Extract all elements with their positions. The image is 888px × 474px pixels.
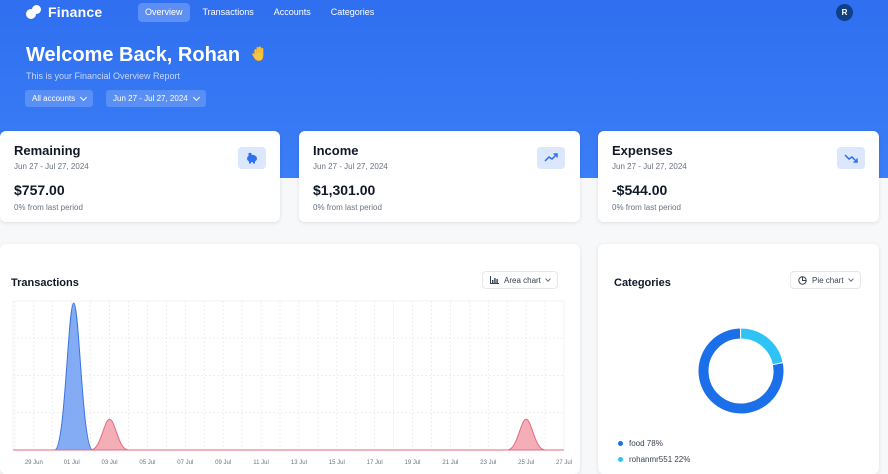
- user-avatar[interactable]: R: [836, 4, 853, 21]
- stat-date-range: Jun 27 - Jul 27, 2024: [14, 162, 89, 171]
- stat-change: 0% from last period: [14, 203, 83, 212]
- x-tick-label: 19 Jul: [405, 460, 421, 466]
- chevron-down-icon: [847, 275, 854, 282]
- x-tick-label: 09 Jul: [215, 460, 231, 466]
- transactions-area-chart: 29 Jun 01 Jul 03 Jul 05 Jul 07 Jul 09 Jul 11 J…: [12, 300, 572, 466]
- stat-title: Remaining: [14, 143, 81, 158]
- x-tick-label: 03 Jul: [102, 460, 118, 466]
- x-tick-label: 21 Jul: [442, 460, 458, 466]
- nav-item-categories[interactable]: Categories: [324, 3, 382, 22]
- transactions-panel: Transactions Area chart 29 Jun 01 Jul 03 J…: [0, 244, 580, 474]
- donut-slice: [740, 327, 784, 366]
- top-nav: Overview Transactions Accounts Categorie…: [138, 3, 381, 22]
- stat-date-range: Jun 27 - Jul 27, 2024: [612, 162, 687, 171]
- stat-change: 0% from last period: [313, 203, 382, 212]
- chevron-down-icon: [545, 275, 551, 282]
- stat-title: Expenses: [612, 143, 673, 158]
- x-tick-label: 13 Jul: [291, 460, 307, 466]
- x-tick-label: 01 Jul: [64, 460, 80, 466]
- stat-date-range: Jun 27 - Jul 27, 2024: [313, 162, 388, 171]
- date-range-label: Jun 27 - Jul 27, 2024: [113, 94, 188, 103]
- x-tick-label: 05 Jul: [139, 460, 155, 466]
- chart-type-dropdown[interactable]: Pie chart: [790, 271, 861, 289]
- stat-title: Income: [313, 143, 359, 158]
- welcome-subtitle: This is your Financial Overview Report: [26, 71, 181, 81]
- pie-chart-icon: [798, 275, 807, 285]
- piggy-bank-icon: [238, 147, 266, 169]
- legend-item: food 78%: [618, 439, 663, 448]
- stat-card-expenses: Expenses Jun 27 - Jul 27, 2024 -$544.00 …: [598, 131, 879, 222]
- x-tick-label: 17 Jul: [367, 460, 383, 466]
- x-tick-label: 25 Jul: [518, 460, 534, 466]
- chevron-down-icon: [80, 93, 88, 101]
- legend-label: rohanmr551 22%: [629, 455, 691, 464]
- nav-item-overview[interactable]: Overview: [138, 3, 190, 22]
- chart-type-label: Area chart: [504, 275, 541, 285]
- stat-value: $1,301.00: [313, 182, 376, 198]
- stat-value: $757.00: [14, 182, 65, 198]
- nav-item-transactions[interactable]: Transactions: [196, 3, 261, 22]
- app-logo[interactable]: Finance: [26, 4, 102, 20]
- welcome-text: Welcome Back, Rohan: [26, 44, 241, 66]
- area-peak: [507, 418, 546, 451]
- nav-item-accounts[interactable]: Accounts: [267, 3, 318, 22]
- x-tick-label: 07 Jul: [177, 460, 193, 466]
- transactions-title: Transactions: [11, 277, 79, 289]
- x-tick-label: 15 Jul: [329, 460, 345, 466]
- legend-dot: [618, 441, 623, 446]
- finance-logo-icon: [26, 4, 42, 20]
- stat-card-remaining: Remaining Jun 27 - Jul 27, 2024 $757.00 …: [0, 131, 280, 222]
- area-peak: [90, 418, 129, 451]
- stat-card-income: Income Jun 27 - Jul 27, 2024 $1,301.00 0…: [299, 131, 580, 222]
- x-tick-label: 11 Jul: [253, 460, 269, 466]
- legend-item: rohanmr551 22%: [618, 455, 690, 464]
- bar-chart-icon: [490, 276, 499, 284]
- x-tick-label: 23 Jul: [480, 460, 496, 466]
- x-tick-label: 29 Jun: [25, 460, 43, 466]
- legend-dot: [618, 457, 623, 462]
- waving-hand-icon: [251, 46, 264, 62]
- account-filter-dropdown[interactable]: All accounts: [25, 90, 94, 107]
- chart-type-label: Pie chart: [812, 275, 844, 285]
- categories-panel: Categories Pie chart food 78% rohanmr551…: [598, 244, 879, 474]
- stat-change: 0% from last period: [612, 203, 681, 212]
- welcome-heading: Welcome Back, Rohan: [26, 44, 268, 67]
- chart-type-dropdown[interactable]: Area chart: [482, 271, 558, 289]
- stat-value: -$544.00: [612, 182, 668, 198]
- legend-label: food 78%: [629, 439, 663, 448]
- app-name: Finance: [48, 4, 103, 20]
- categories-title: Categories: [614, 277, 671, 289]
- x-tick-label: 27 Jul: [556, 460, 572, 466]
- categories-donut-chart: [697, 327, 785, 415]
- date-range-dropdown[interactable]: Jun 27 - Jul 27, 2024: [106, 90, 206, 107]
- chevron-down-icon: [192, 93, 200, 101]
- account-filter-label: All accounts: [32, 94, 76, 103]
- trending-up-icon: [537, 147, 565, 169]
- trending-down-icon: [837, 147, 865, 169]
- area-peak: [54, 302, 94, 451]
